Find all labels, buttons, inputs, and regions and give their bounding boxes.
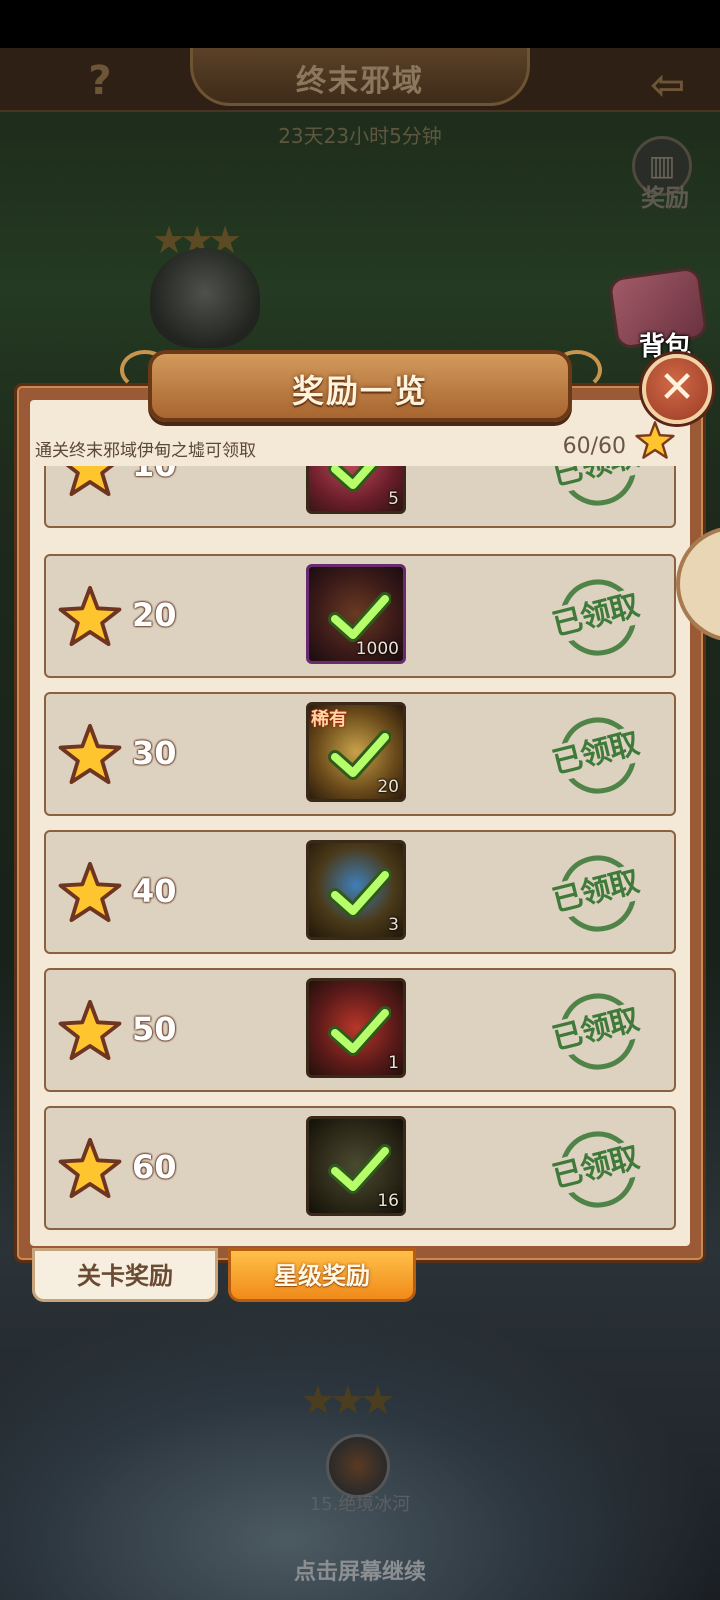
stage-stars-icon: ★★★ bbox=[300, 1378, 396, 1424]
reward-row: 50 1 已领取 bbox=[44, 968, 676, 1092]
claimed-stamp: 已领取 bbox=[536, 981, 656, 1084]
item-quantity: 20 bbox=[377, 777, 399, 797]
required-stars: 50 bbox=[132, 1010, 177, 1048]
tab-star-rewards[interactable]: 星级奖励 bbox=[228, 1248, 416, 1302]
back-button[interactable]: ⇦ bbox=[650, 60, 710, 109]
reward-row: 40 3 已领取 bbox=[44, 830, 676, 954]
reward-row: 60 16 已领取 bbox=[44, 1106, 676, 1230]
claimed-stamp: 已领取 bbox=[536, 466, 656, 519]
check-icon bbox=[328, 868, 391, 918]
star-progress: 60/60 bbox=[562, 434, 626, 459]
reward-item[interactable]: 3 bbox=[306, 840, 406, 940]
stage-name: 15.绝境冰河 bbox=[309, 1494, 411, 1515]
star-icon bbox=[58, 861, 122, 923]
claimed-stamp: 已领取 bbox=[536, 567, 656, 670]
reward-row: 20 1000 已领取 bbox=[44, 554, 676, 678]
status-bar bbox=[0, 0, 720, 48]
check-icon bbox=[328, 1006, 391, 1056]
reward-list[interactable]: 10 5 已领取 20 1000 已领取 30 稀有20 已领取 40 3 已领取 50 1 已领取 60 16… bbox=[44, 466, 676, 1236]
stage-node[interactable] bbox=[326, 1434, 390, 1498]
required-stars: 20 bbox=[132, 596, 177, 634]
required-stars: 30 bbox=[132, 734, 177, 772]
claimed-stamp: 已领取 bbox=[536, 705, 656, 808]
reward-item[interactable]: 稀有 20 bbox=[306, 702, 406, 802]
item-quantity: 1000 bbox=[355, 639, 399, 659]
item-quantity: 1 bbox=[388, 1053, 399, 1073]
page-title: 终末邪域 bbox=[296, 64, 424, 99]
help-button[interactable]: ? bbox=[78, 58, 122, 106]
required-stars: 60 bbox=[132, 1148, 177, 1186]
required-stars: 10 bbox=[132, 466, 177, 484]
modal-title: 奖励一览 bbox=[291, 372, 428, 410]
reward-row: 10 5 已领取 bbox=[44, 466, 676, 528]
star-icon bbox=[65, 466, 115, 497]
reward-item[interactable]: 5 bbox=[306, 466, 406, 514]
required-stars: 40 bbox=[132, 872, 177, 910]
item-quantity: 16 bbox=[377, 1191, 399, 1211]
claimed-stamp: 已领取 bbox=[536, 1119, 656, 1222]
continue-hint[interactable]: 点击屏幕继续 bbox=[200, 1554, 520, 1586]
event-timer: 23天23小时5分钟 bbox=[278, 124, 442, 148]
close-icon: ✕ bbox=[658, 362, 696, 413]
star-icon bbox=[58, 1137, 122, 1199]
check-icon bbox=[328, 466, 380, 492]
reward-item[interactable]: 1000 bbox=[306, 564, 406, 664]
reward-side-label: 奖励 bbox=[641, 184, 689, 212]
claim-condition: 通关终末邪域伊甸之墟可领取 bbox=[35, 441, 256, 461]
back-arrow-icon: ⇦ bbox=[650, 60, 686, 109]
star-icon bbox=[635, 421, 675, 459]
boss-node[interactable] bbox=[150, 248, 260, 348]
reward-item[interactable]: 16 bbox=[306, 1116, 406, 1216]
star-icon bbox=[58, 585, 122, 647]
tab-stage-rewards[interactable]: 关卡奖励 bbox=[32, 1248, 218, 1302]
close-button[interactable]: ✕ bbox=[642, 354, 712, 424]
question-icon: ? bbox=[88, 58, 112, 104]
star-icon bbox=[58, 723, 122, 785]
item-quantity: 5 bbox=[388, 489, 399, 509]
item-quantity: 3 bbox=[388, 915, 399, 935]
reward-item[interactable]: 1 bbox=[306, 978, 406, 1078]
claimed-stamp: 已领取 bbox=[536, 843, 656, 946]
reward-row: 30 稀有 20 已领取 bbox=[44, 692, 676, 816]
star-icon bbox=[58, 999, 122, 1061]
